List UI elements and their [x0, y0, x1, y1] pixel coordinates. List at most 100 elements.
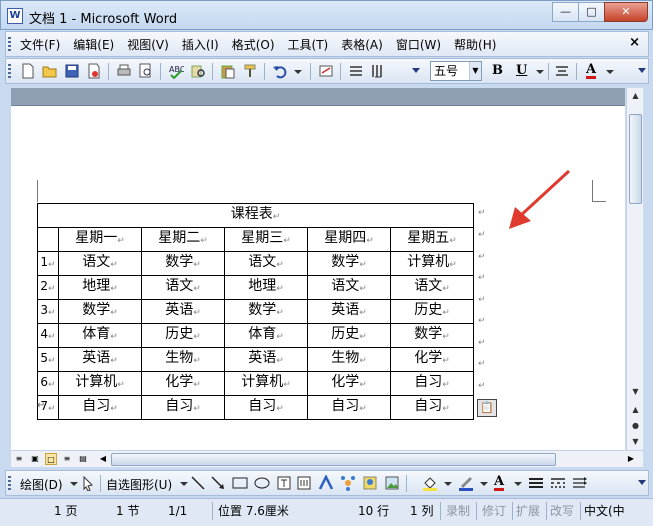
- align-center-icon[interactable]: [554, 63, 570, 79]
- table-header-cell[interactable]: 星期三↵: [224, 227, 308, 252]
- print-icon[interactable]: [116, 63, 132, 79]
- text-box-icon[interactable]: [276, 475, 292, 491]
- insert-hyperlink-icon[interactable]: [318, 63, 334, 79]
- vertical-scroll-thumb[interactable]: [629, 114, 642, 204]
- table-cell[interactable]: 生物↵: [307, 347, 391, 372]
- table-cell[interactable]: 计算机↵: [224, 371, 308, 396]
- schedule-table[interactable]: 课程表↵ 星期一↵ 星期二↵ 星期三↵ 星期四↵ 星期五↵ 1↵ 语文↵ 数学↵…: [37, 203, 474, 420]
- table-cell[interactable]: 化学↵: [307, 371, 391, 396]
- print-layout-view-icon[interactable]: □: [45, 453, 57, 465]
- outline-view-icon[interactable]: ≡: [61, 453, 73, 465]
- open-folder-icon[interactable]: [42, 63, 58, 79]
- row-number-cell[interactable]: 6↵: [37, 371, 59, 396]
- new-document-icon[interactable]: [20, 63, 36, 79]
- status-track-changes[interactable]: 修订: [482, 502, 506, 520]
- rectangle-icon[interactable]: [232, 475, 248, 491]
- format-painter-icon[interactable]: [242, 63, 258, 79]
- reading-view-icon[interactable]: ▤: [77, 453, 89, 465]
- show-formatting-icon[interactable]: [348, 63, 364, 79]
- table-cell[interactable]: 化学↵: [141, 371, 225, 396]
- horizontal-ruler[interactable]: [11, 88, 625, 106]
- table-cell[interactable]: 数学↵: [141, 251, 225, 276]
- table-cell[interactable]: 历史↵: [390, 299, 474, 324]
- clip-art-icon[interactable]: [362, 475, 378, 491]
- web-view-icon[interactable]: ▣: [29, 453, 41, 465]
- menu-table[interactable]: 表格(A): [341, 36, 383, 53]
- underline-button[interactable]: U: [516, 63, 527, 78]
- draw-dropdown-icon[interactable]: [66, 475, 78, 491]
- table-cell[interactable]: 英语↵: [224, 347, 308, 372]
- autoshapes-menu-button[interactable]: 自选图形(U): [106, 476, 172, 493]
- table-header-cell[interactable]: 星期四↵: [307, 227, 391, 252]
- row-number-cell[interactable]: 1↵: [37, 251, 59, 276]
- menu-format[interactable]: 格式(O): [232, 36, 275, 53]
- underline-dropdown-icon[interactable]: [532, 63, 544, 79]
- table-cell[interactable]: 数学↵: [224, 299, 308, 324]
- table-cell[interactable]: 体育↵: [224, 323, 308, 348]
- print-preview-icon[interactable]: [138, 63, 154, 79]
- table-cell[interactable]: 语文↵: [58, 251, 142, 276]
- table-cell[interactable]: 语文↵: [224, 251, 308, 276]
- table-cell[interactable]: 语文↵: [141, 275, 225, 300]
- table-cell[interactable]: 自习↵: [390, 395, 474, 420]
- table-title-cell[interactable]: 课程表↵: [37, 203, 474, 228]
- menubar-grip[interactable]: [8, 37, 11, 51]
- drawing-font-color-dropdown-icon[interactable]: [510, 475, 522, 491]
- autoshapes-dropdown-icon[interactable]: [176, 475, 188, 491]
- table-header-cell[interactable]: 星期二↵: [141, 227, 225, 252]
- select-objects-icon[interactable]: [80, 475, 96, 492]
- table-cell[interactable]: 语文↵: [307, 275, 391, 300]
- permission-icon[interactable]: [86, 63, 102, 79]
- menu-edit[interactable]: 编辑(E): [73, 36, 114, 53]
- menu-insert[interactable]: 插入(I): [182, 36, 219, 53]
- table-cell[interactable]: 自习↵: [224, 395, 308, 420]
- table-cell[interactable]: 英语↵: [307, 299, 391, 324]
- table-cell[interactable]: 自习↵: [58, 395, 142, 420]
- oval-icon[interactable]: [254, 475, 270, 491]
- scroll-up-icon[interactable]: ▲: [628, 88, 643, 103]
- table-cell[interactable]: 数学↵: [390, 323, 474, 348]
- diagram-icon[interactable]: [340, 475, 356, 491]
- font-size-select[interactable]: 五号 ▼: [430, 61, 482, 81]
- scroll-down-icon[interactable]: ▼: [628, 384, 643, 399]
- fill-color-dropdown-icon[interactable]: [440, 475, 452, 491]
- horizontal-scroll-thumb[interactable]: [111, 453, 556, 466]
- row-number-cell[interactable]: 3↵: [37, 299, 59, 324]
- menu-window[interactable]: 窗口(W): [396, 36, 441, 53]
- vertical-text-box-icon[interactable]: [296, 475, 312, 491]
- table-header-cell[interactable]: 星期一↵: [58, 227, 142, 252]
- table-cell[interactable]: 地理↵: [224, 275, 308, 300]
- previous-page-icon[interactable]: ▲: [628, 402, 643, 417]
- toolbar-options-icon[interactable]: [408, 63, 420, 79]
- toolbar-options-icon[interactable]: [634, 475, 646, 491]
- undo-dropdown-icon[interactable]: [290, 63, 306, 79]
- wordart-icon[interactable]: [318, 474, 334, 491]
- menu-tools[interactable]: 工具(T): [288, 36, 329, 53]
- table-cell[interactable]: 体育↵: [58, 323, 142, 348]
- table-header-cell[interactable]: 星期五↵: [390, 227, 474, 252]
- maximize-button[interactable]: □: [578, 2, 605, 22]
- close-button[interactable]: ✕: [604, 2, 648, 22]
- save-icon[interactable]: [64, 63, 80, 79]
- table-cell[interactable]: 自习↵: [141, 395, 225, 420]
- arrow-icon[interactable]: [210, 475, 226, 491]
- font-size-dropdown-icon[interactable]: ▼: [469, 62, 481, 80]
- line-color-icon[interactable]: [458, 475, 474, 491]
- normal-view-icon[interactable]: ≡: [13, 453, 25, 465]
- table-cell[interactable]: 英语↵: [141, 299, 225, 324]
- table-cell[interactable]: 计算机↵: [58, 371, 142, 396]
- drawing-font-color-button[interactable]: A: [494, 475, 505, 491]
- word-app-icon[interactable]: W: [7, 8, 23, 24]
- paste-options-icon[interactable]: 📋: [477, 399, 497, 417]
- line-color-dropdown-icon[interactable]: [476, 475, 488, 491]
- table-cell[interactable]: 历史↵: [141, 323, 225, 348]
- table-cell[interactable]: 自习↵: [390, 371, 474, 396]
- undo-icon[interactable]: [272, 63, 288, 79]
- scroll-right-icon[interactable]: ▶: [625, 453, 637, 465]
- next-page-icon[interactable]: ▼: [628, 434, 643, 449]
- research-icon[interactable]: [190, 63, 206, 79]
- menu-file[interactable]: 文件(F): [20, 36, 60, 53]
- menu-view[interactable]: 视图(V): [127, 36, 169, 53]
- draw-menu-button[interactable]: 绘图(D): [20, 476, 63, 493]
- vertical-scrollbar[interactable]: ▲ ▼ ▲ ● ▼: [626, 88, 643, 450]
